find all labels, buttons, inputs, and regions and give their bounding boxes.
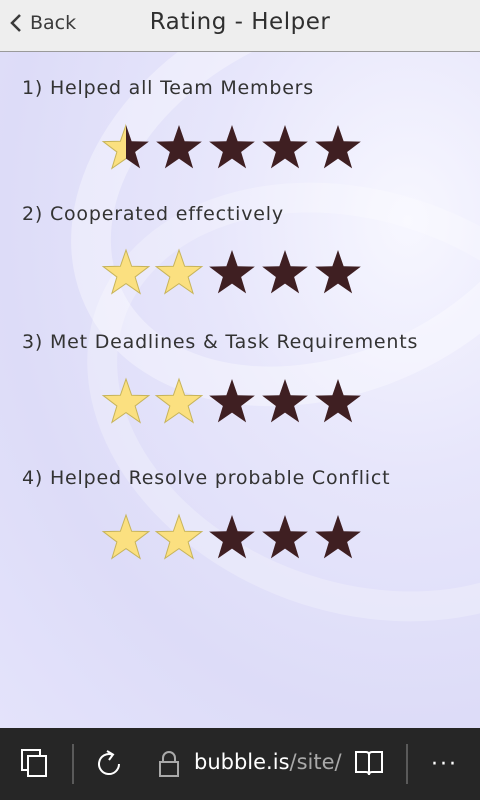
star-rating-1[interactable] [100,122,365,174]
star-icon[interactable] [153,122,205,174]
url-path: /site/ [289,750,342,774]
question-label-1: 1) Helped all Team Members [22,77,314,99]
star-icon[interactable] [206,512,258,564]
star-icon[interactable] [312,122,364,174]
star-icon[interactable] [153,376,205,428]
star-icon[interactable] [259,122,311,174]
question-label-3: 3) Met Deadlines & Task Requirements [22,331,419,353]
star-icon[interactable] [100,122,152,174]
star-icon[interactable] [206,247,258,299]
star-rating-2[interactable] [100,247,365,299]
tabs-icon[interactable] [20,748,50,782]
star-rating-4[interactable] [100,512,365,564]
refresh-icon[interactable] [92,747,126,785]
url-domain: bubble.is [194,750,290,774]
lock-icon [158,750,180,782]
star-icon[interactable] [312,512,364,564]
star-rating-3[interactable] [100,376,365,428]
star-icon[interactable] [206,122,258,174]
star-icon[interactable] [312,247,364,299]
star-icon[interactable] [259,376,311,428]
top-bar: Back Rating - Helper [0,0,480,52]
star-icon[interactable] [100,512,152,564]
star-icon[interactable] [206,376,258,428]
toolbar-divider [406,744,408,784]
question-label-4: 4) Helped Resolve probable Conflict [22,467,391,489]
rating-content: 1) Helped all Team Members 2) Cooperated… [0,52,480,728]
question-label-2: 2) Cooperated effectively [22,203,284,225]
star-icon[interactable] [100,247,152,299]
browser-toolbar: bubble.is/site/ ··· [0,728,480,800]
star-icon[interactable] [153,247,205,299]
star-icon[interactable] [153,512,205,564]
star-icon[interactable] [259,247,311,299]
address-bar[interactable]: bubble.is/site/ [194,750,342,774]
reader-icon[interactable] [354,748,384,782]
star-icon[interactable] [312,376,364,428]
page-title: Rating - Helper [149,9,331,35]
more-icon[interactable]: ··· [431,752,458,777]
star-icon[interactable] [100,376,152,428]
toolbar-divider [72,744,74,784]
star-icon[interactable] [259,512,311,564]
